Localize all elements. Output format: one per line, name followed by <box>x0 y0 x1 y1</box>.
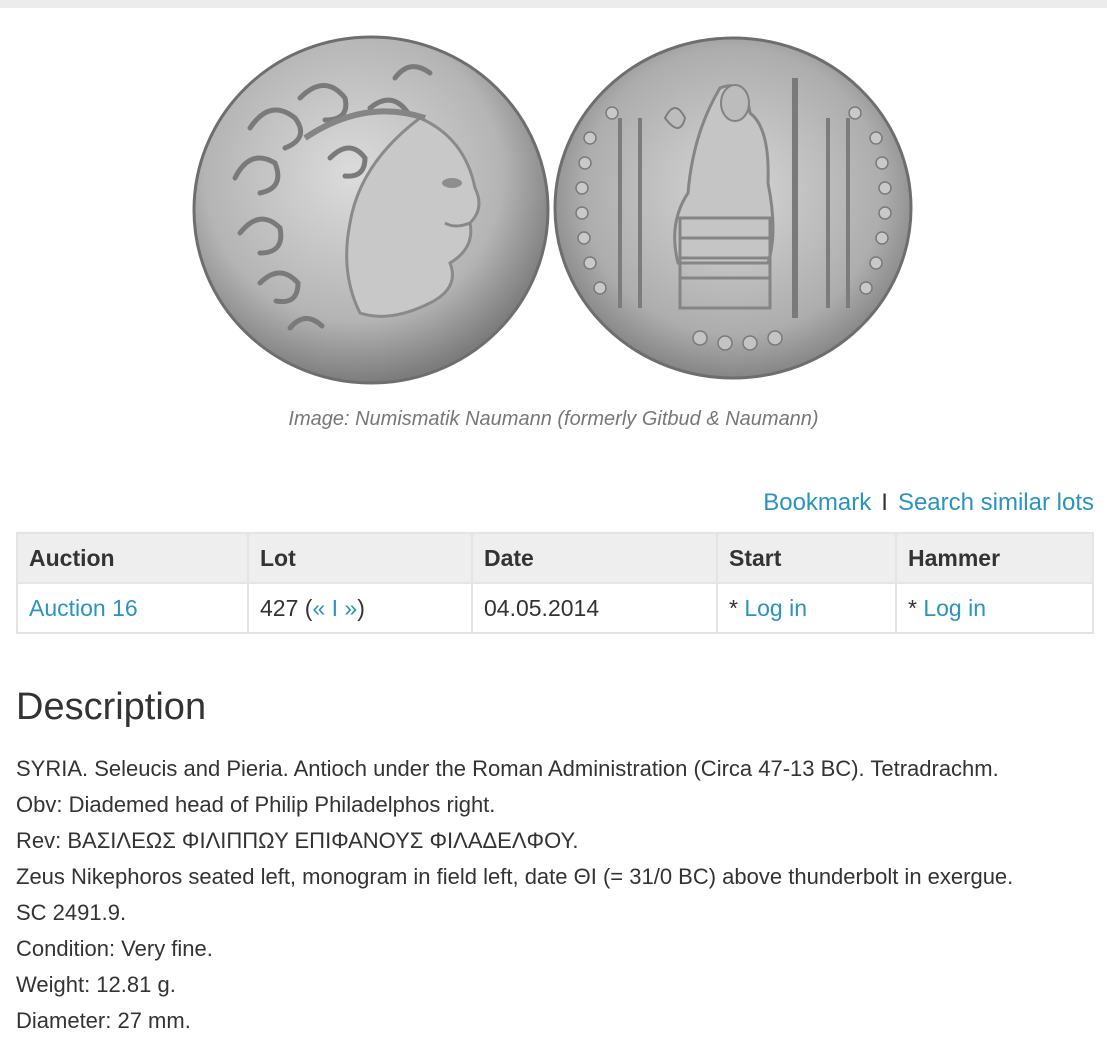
top-bar <box>0 0 1107 8</box>
image-caption: Image: Numismatik Naumann (formerly Gitb… <box>288 408 819 430</box>
header-start: Start <box>716 532 897 584</box>
cell-lot: 427 (« I ») <box>247 582 473 634</box>
lot-table: Auction Lot Date Start Hammer Auction 16… <box>16 532 1094 634</box>
description-line: Condition: Very fine. <box>16 936 213 961</box>
coin-reverse <box>553 36 913 380</box>
auction-link[interactable]: Auction 16 <box>29 595 138 621</box>
description-line: Rev: ΒΑΣΙΛΕΩΣ ΦΙΛΙΠΠΩΥ ΕΠΙΦΑΝΟΥΣ ΦΙΛΑΔΕΛ… <box>16 828 579 853</box>
bookmark-link[interactable]: Bookmark <box>763 489 871 516</box>
description-line: Weight: 12.81 g. <box>16 972 176 997</box>
table-row: Auction 16 427 (« I ») 04.05.2014 * Log … <box>16 582 1094 634</box>
start-prefix: * <box>729 594 745 621</box>
hammer-prefix: * <box>908 594 924 621</box>
cell-hammer: * Log in <box>895 582 1094 634</box>
description-line: SYRIA. Seleucis and Pieria. Antioch unde… <box>16 756 999 781</box>
next-lot-link[interactable]: » <box>344 595 357 621</box>
cell-date: 04.05.2014 <box>471 582 718 634</box>
previous-lot-link[interactable]: « <box>312 595 325 621</box>
table-header-row: Auction Lot Date Start Hammer <box>16 532 1094 584</box>
description-line: SC 2491.9. <box>16 900 127 925</box>
cell-start: * Log in <box>716 582 897 634</box>
header-date: Date <box>471 532 718 584</box>
header-auction: Auction <box>16 532 249 584</box>
start-login-link[interactable]: Log in <box>744 595 807 621</box>
hammer-login-link[interactable]: Log in <box>923 595 986 621</box>
lot-close-paren: ) <box>357 594 365 621</box>
coin-photo <box>192 35 913 385</box>
coin-obverse <box>192 35 550 385</box>
description-body: SYRIA. Seleucis and Pieria. Antioch unde… <box>16 752 1013 1040</box>
action-separator: I <box>881 489 888 516</box>
description-line: Zeus Nikephoros seated left, monogram in… <box>16 864 1014 889</box>
coin-image[interactable] <box>0 8 1107 398</box>
header-hammer: Hammer <box>895 532 1094 584</box>
cell-auction: Auction 16 <box>16 582 249 634</box>
lot-number: 427 ( <box>260 594 313 621</box>
lot-nav-separator: I <box>325 594 345 621</box>
lot-actions: Bookmark I Search similar lots <box>763 489 1094 517</box>
search-similar-link[interactable]: Search similar lots <box>898 489 1094 516</box>
description-line: Obv: Diademed head of Philip Philadelpho… <box>16 792 496 817</box>
header-lot: Lot <box>247 532 473 584</box>
description-heading: Description <box>16 686 207 728</box>
description-line: Diameter: 27 mm. <box>16 1008 191 1033</box>
